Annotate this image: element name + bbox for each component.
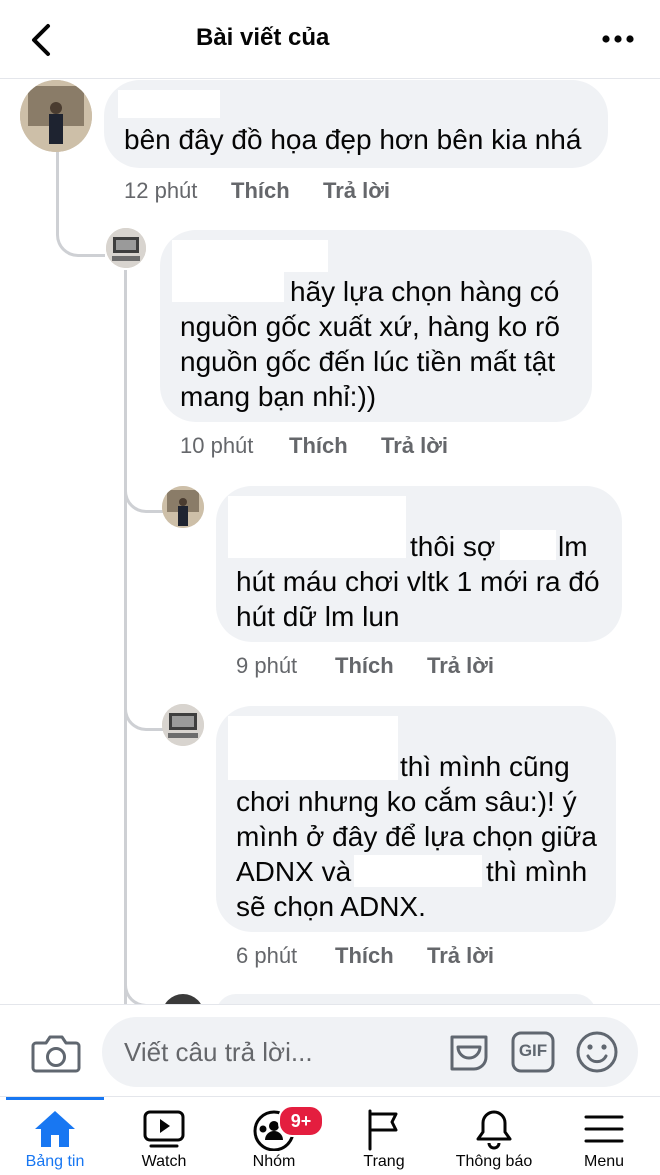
user-photo-icon (162, 704, 204, 746)
thread-connector (124, 638, 163, 731)
avatar[interactable] (162, 994, 204, 1004)
tab-notifications[interactable]: Thông báo (444, 1101, 544, 1175)
redacted-name (500, 530, 556, 560)
like-button[interactable]: Thích (289, 433, 348, 459)
user-photo-icon (20, 80, 92, 152)
back-button[interactable] (22, 20, 62, 60)
more-icon (602, 35, 634, 43)
bell-icon (476, 1110, 512, 1150)
thread-connector (124, 430, 163, 513)
user-photo-icon (162, 486, 204, 528)
thread-connector (124, 270, 130, 1004)
tab-label: Nhóm (252, 1153, 296, 1170)
comment-text: thì mình cũng (400, 751, 570, 782)
redacted-name (228, 716, 398, 780)
tab-news-feed[interactable]: Bảng tin (5, 1101, 105, 1175)
tab-pages[interactable]: Trang (334, 1101, 434, 1175)
flag-icon (368, 1109, 398, 1151)
comment-time: 10 phút (180, 433, 254, 458)
comment-text: hút dữ lm lun (236, 601, 400, 632)
reply-placeholder: Viết câu trả lời... (124, 1037, 313, 1067)
like-button[interactable]: Thích (231, 178, 290, 204)
sticker-icon (450, 1035, 488, 1071)
watch-icon (143, 1110, 185, 1148)
redacted-name (172, 240, 328, 272)
tab-label: Thông báo (455, 1153, 533, 1170)
menu-icon (584, 1115, 624, 1143)
comment-meta: 12 phút Thích Trả lời (124, 178, 424, 204)
tab-label: Watch (141, 1153, 187, 1170)
emoji-button[interactable] (574, 1029, 620, 1075)
reply-input[interactable]: Viết câu trả lời... GIF (102, 1017, 638, 1087)
chevron-left-icon (32, 24, 50, 56)
home-icon (35, 1111, 75, 1147)
thread-connector (56, 150, 105, 257)
comment-text: mình ở đây để lựa chọn giữa (236, 821, 597, 852)
avatar[interactable] (162, 704, 204, 746)
top-bar: Bài viết của (0, 0, 660, 79)
comment-text: hãy lựa chọn hàng có (290, 276, 560, 307)
gif-label: GIF (518, 1041, 548, 1060)
tab-menu[interactable]: Menu (554, 1101, 654, 1175)
sticker-button[interactable] (446, 1029, 492, 1075)
page-title: Bài viết của (196, 24, 330, 51)
camera-button[interactable] (30, 1029, 82, 1077)
more-options-button[interactable] (598, 24, 638, 54)
redacted-name (354, 855, 482, 887)
camera-icon (31, 1035, 81, 1073)
tab-label: Bảng tin (25, 1153, 85, 1170)
comment-meta: 10 phút Thích Trả lời (180, 433, 480, 459)
reply-button[interactable]: Trả lời (427, 653, 494, 679)
tab-label: Menu (583, 1153, 625, 1170)
redacted-name (118, 90, 220, 118)
comment-meta: 6 phút Thích Trả lời (236, 943, 536, 969)
comment-text: hút máu chơi vltk 1 mới ra đó (236, 566, 600, 597)
comment-thread: bên đây đồ họa đẹp hơn bên kia nhá 12 ph… (0, 78, 660, 1004)
gif-button[interactable]: GIF (510, 1029, 556, 1075)
bottom-nav: Bảng tin Watch 9+ Nhóm Trang Thông báo M… (0, 1096, 660, 1175)
user-photo-icon (106, 228, 146, 268)
comment-time: 6 phút (236, 943, 298, 968)
smiley-icon (576, 1031, 618, 1073)
comment-bubble (216, 994, 596, 1004)
notification-badge: 9+ (278, 1105, 324, 1137)
comment-text: thì mình (486, 856, 588, 887)
comment-time: 9 phút (236, 653, 298, 678)
like-button[interactable]: Thích (335, 653, 394, 679)
avatar[interactable] (106, 228, 146, 268)
avatar[interactable] (20, 80, 92, 152)
comment-text: bên đây đồ họa đẹp hơn bên kia nhá (124, 124, 582, 155)
comment-text: ADNX và (236, 856, 352, 887)
tab-groups[interactable]: 9+ Nhóm (224, 1101, 324, 1175)
redacted-name (172, 272, 284, 302)
comment-text: nguồn gốc đến lúc tiền mất tật (180, 346, 556, 377)
comment-text: lm (558, 531, 588, 562)
thread-connector (124, 938, 163, 1004)
comment-text: sẽ chọn ADNX. (236, 891, 426, 922)
comment-text: mang bạn nhỉ:)) (180, 381, 377, 412)
reply-button[interactable]: Trả lời (427, 943, 494, 969)
comment-time: 12 phút (124, 178, 198, 203)
reply-button[interactable]: Trả lời (381, 433, 448, 459)
tab-watch[interactable]: Watch (114, 1101, 214, 1175)
like-button[interactable]: Thích (335, 943, 394, 969)
comment-text: thôi sợ (410, 531, 496, 562)
comment-text: chơi nhưng ko cắm sâu:)! ý (236, 786, 577, 817)
avatar[interactable] (162, 486, 204, 528)
reply-button[interactable]: Trả lời (323, 178, 390, 204)
active-tab-indicator (6, 1097, 104, 1100)
comment-text: nguồn gốc xuất xứ, hàng ko rõ (180, 311, 560, 342)
tab-label: Trang (363, 1153, 405, 1170)
comment-meta: 9 phút Thích Trả lời (236, 653, 536, 679)
reply-composer: Viết câu trả lời... GIF (0, 1004, 660, 1097)
redacted-name (228, 496, 406, 558)
